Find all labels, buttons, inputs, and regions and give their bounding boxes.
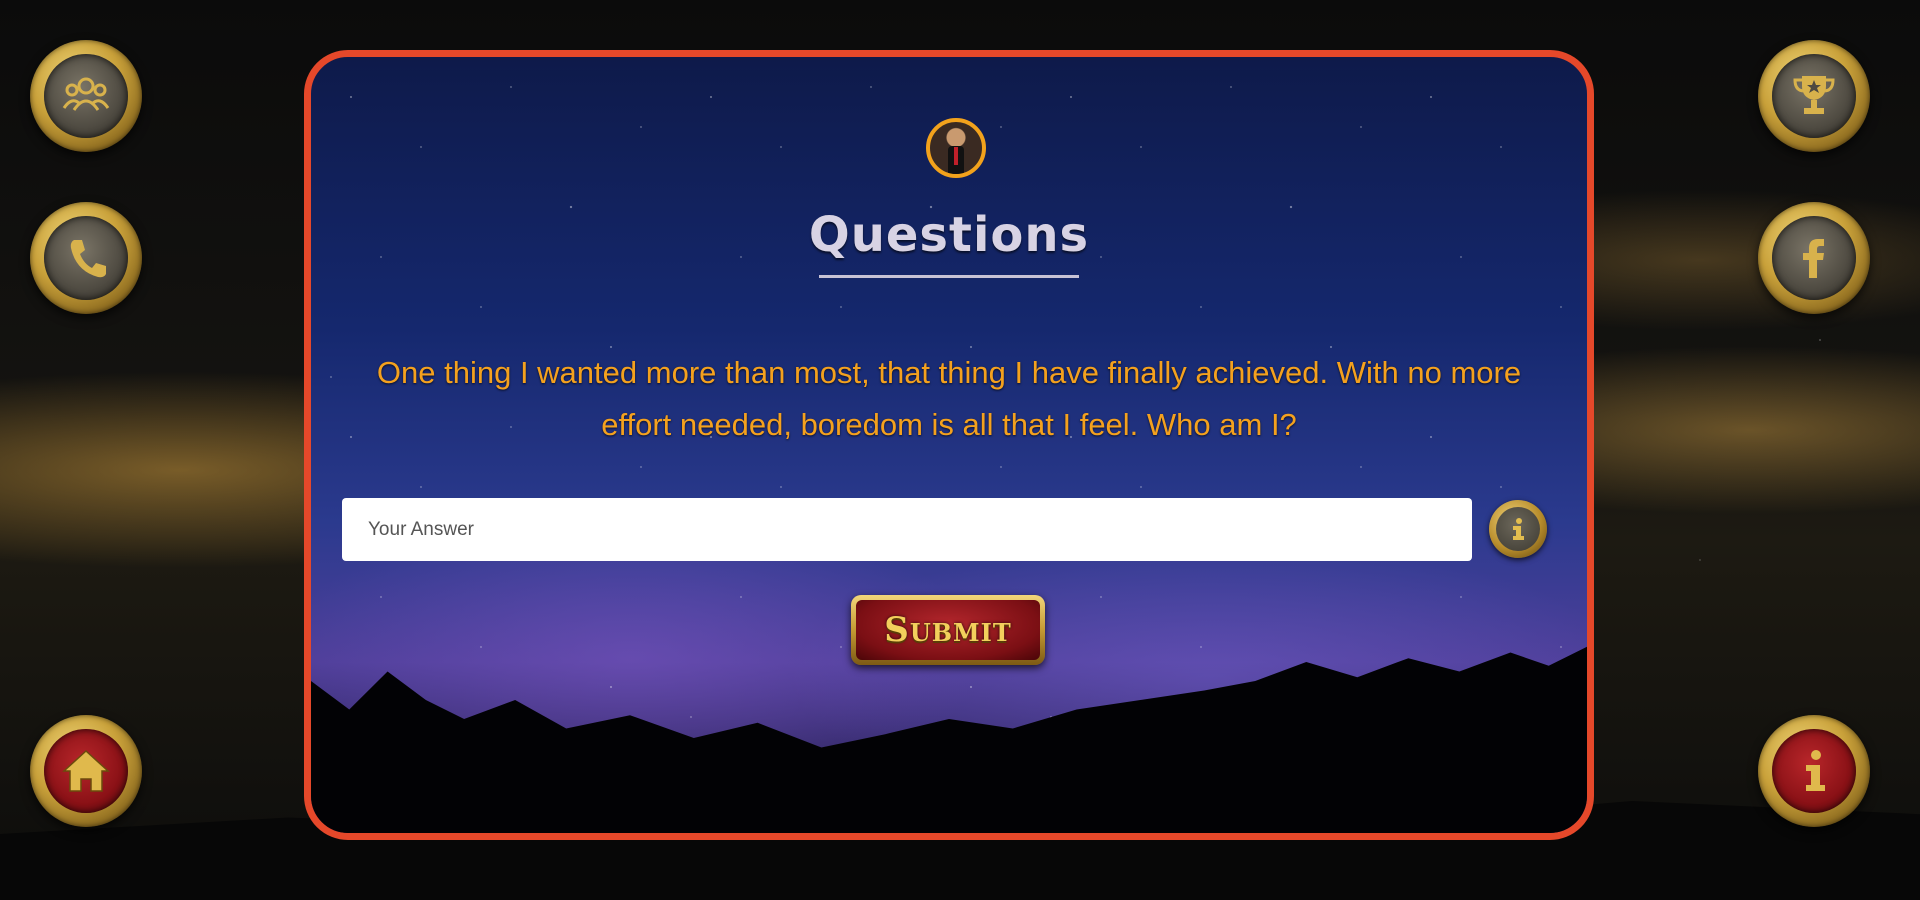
facebook-button[interactable] — [1758, 202, 1870, 314]
facebook-icon — [1803, 239, 1824, 278]
question-text: One thing I wanted more than most, that … — [376, 355, 1522, 442]
info-button[interactable] — [1758, 715, 1870, 827]
title-underline — [819, 275, 1079, 278]
info-icon — [1513, 518, 1524, 540]
leaderboard-button[interactable] — [1758, 40, 1870, 152]
home-icon — [62, 749, 110, 792]
avatar — [926, 118, 986, 178]
hint-button[interactable] — [1489, 500, 1547, 558]
phone-button[interactable] — [30, 202, 142, 314]
info-icon — [1806, 750, 1825, 791]
phone-icon — [70, 240, 106, 278]
avatar-tie — [954, 147, 958, 165]
submit-button[interactable]: Submit — [851, 595, 1045, 665]
question-card: Questions One thing I wanted more than m… — [304, 50, 1594, 840]
answer-input[interactable] — [342, 498, 1472, 561]
home-button[interactable] — [30, 715, 142, 827]
submit-button-label: Submit — [856, 600, 1040, 660]
team-icon — [62, 77, 110, 111]
page-title: Questions — [808, 207, 1090, 263]
team-button[interactable] — [30, 40, 142, 152]
trophy-icon — [1793, 76, 1835, 114]
